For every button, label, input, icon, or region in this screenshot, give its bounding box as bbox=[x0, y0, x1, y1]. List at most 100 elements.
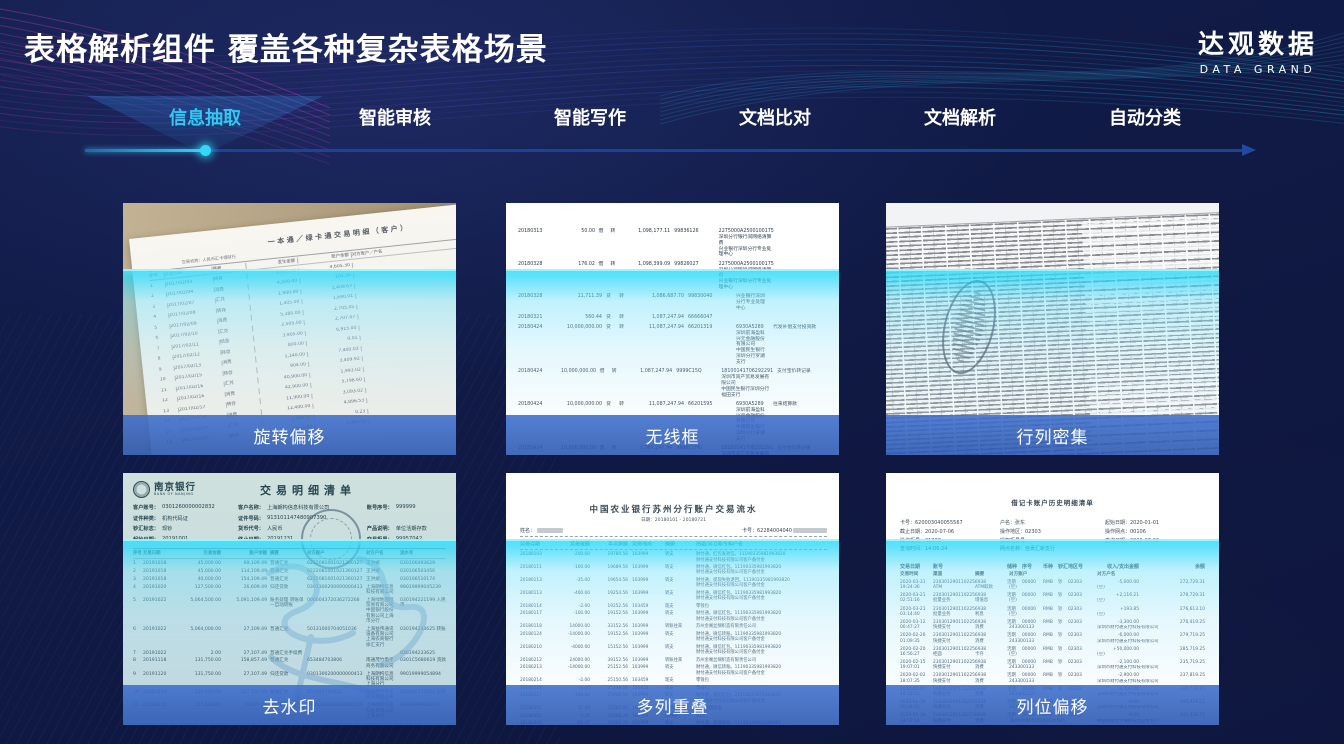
doc-cell: 19654.56 bbox=[590, 578, 628, 589]
doc-cell: 转支 bbox=[662, 552, 691, 563]
doc-cell: 99826027 bbox=[670, 262, 713, 291]
card-label: 列位偏移 bbox=[1017, 693, 1089, 718]
doc-cell: 快捷支付 bbox=[933, 639, 975, 644]
doc-cell: 19:24:36 bbox=[900, 585, 933, 590]
doc-row: 19:07:01快捷支付消费243300133深圳市财付通支付科技有限公司 bbox=[900, 665, 1205, 670]
doc-header-fields: 卡号：620003040055567截止日期：2020-07-06操作柜员：01… bbox=[900, 519, 1205, 554]
doc-cell: 用途/对方账号和户名 bbox=[691, 540, 827, 547]
doc-cell: 8 bbox=[133, 658, 143, 669]
doc-cell: 24000.00 bbox=[554, 658, 590, 663]
doc-cell: 南通茂竹电子商务有限公司 bbox=[363, 658, 398, 669]
doc-cell: 快捷支付 bbox=[933, 625, 975, 630]
doc-cell: 99957042 bbox=[396, 536, 422, 543]
doc-cell: 机构代码证 bbox=[162, 515, 188, 522]
name-label: 姓名： bbox=[520, 527, 535, 534]
doc-row: 操作地区：02303 bbox=[1000, 528, 1105, 537]
doc-cell: 20180214 bbox=[520, 678, 554, 683]
doc-field-column: 卡号：620003040055567截止日期：2020-07-06操作柜员：01… bbox=[900, 519, 1000, 554]
doc-cell: (空) bbox=[1009, 598, 1097, 603]
doc-cell: 243300133 bbox=[1009, 625, 1097, 630]
doc-cell: (空) bbox=[1009, 612, 1097, 617]
bank-header: 南京银行 BANK OF NANJING 交易明细清单 bbox=[133, 481, 446, 498]
doc-cell: 转账往来 bbox=[662, 624, 691, 629]
doc-cell: 030106503456 bbox=[398, 569, 446, 574]
doc-row: 产品说明：单位活期存款 bbox=[367, 525, 446, 532]
doc-cell: 131,750.00 bbox=[177, 658, 221, 669]
doc-cell: -200.00 bbox=[554, 552, 590, 563]
doc-row: 12019101845,000.0069,109.49普通汇兑622208100… bbox=[133, 561, 446, 566]
tab-doc-compare[interactable]: 文档比对 bbox=[739, 104, 811, 130]
doc-table-header: 交易日期账号储种序号币种钞汇地区号收入/支出金额余额 bbox=[900, 563, 1205, 570]
doc-row: 钞汇标志：现钞 bbox=[133, 525, 232, 532]
doc-cell: 币种 bbox=[1043, 563, 1058, 570]
doc-cell: 20180124 bbox=[520, 632, 554, 643]
doc-cell bbox=[769, 294, 831, 312]
page-title: 表格解析组件 覆盖各种复杂表格场景 bbox=[24, 24, 548, 69]
doc-cell: 账号 bbox=[933, 563, 1007, 570]
doc-row: 2018011814000.0033152.56103999转账往来苏州金阁丝绸… bbox=[520, 624, 827, 629]
card-label-bar: 多列重叠 bbox=[506, 685, 839, 725]
doc-cell: 26,609.49 bbox=[221, 585, 267, 596]
tab-smart-writing[interactable]: 智能写作 bbox=[554, 104, 626, 130]
doc-row: 19:24:36ATMATM取款(空)(空) bbox=[900, 585, 1205, 590]
doc-cell: 20180103 bbox=[520, 552, 554, 563]
doc-cell: 现支 bbox=[662, 678, 691, 683]
doc-cell: 33152.56 bbox=[590, 624, 628, 629]
doc-cell bbox=[774, 262, 831, 291]
doc-cell: 深圳市财付通支付科技有限公司 bbox=[1097, 679, 1205, 684]
doc-cell: 6222081001021360127 bbox=[304, 569, 363, 574]
doc-cell: -2.00 bbox=[554, 678, 590, 683]
doc-cell: 19254.56 bbox=[590, 591, 628, 602]
doc-cell: 财付通，微信红包。11190335981993820 财付通支付科技有限公司客户… bbox=[691, 611, 827, 622]
doc-title: 交易明细清单 bbox=[196, 482, 446, 498]
doc-cell: 030106510174 bbox=[398, 577, 446, 582]
doc-cell: 客户名称： bbox=[238, 504, 264, 511]
doc-cell: 103999 bbox=[628, 611, 662, 622]
doc-cell: 交易金额 bbox=[554, 540, 590, 547]
doc-cell: 20191022 bbox=[143, 627, 177, 648]
doc-cell: 财付通，红包发短信。11190335981993820 财付通支付科技有限公司客… bbox=[691, 552, 827, 563]
doc-cell: 转 bbox=[608, 369, 620, 398]
doc-cell: 批量业务 bbox=[933, 598, 975, 603]
doc-cell: (空) bbox=[1097, 652, 1205, 657]
doc-cell: 钞汇标志： bbox=[133, 525, 159, 532]
doc-cell: 转支 bbox=[662, 565, 691, 576]
doc-cell: 20180114 bbox=[520, 604, 554, 609]
doc-cell: 财付通，微信红包。11190335981993820 财付通支付科技有限公司客户… bbox=[691, 591, 827, 602]
brand-logo: 达观数据 DATA GRAND bbox=[1198, 24, 1318, 76]
doc-cell: 20191018 bbox=[143, 561, 177, 566]
doc-cell: 560.44 bbox=[550, 315, 602, 321]
tab-doc-parsing[interactable]: 文档解析 bbox=[924, 104, 996, 130]
doc-cell: -100.00 bbox=[554, 565, 590, 576]
doc-cell: 交易日期 bbox=[143, 550, 177, 556]
doc-row: 820191118131,750.00158,857.49普通汇兑6534847… bbox=[133, 658, 446, 669]
doc-cell: 0301260000002832 bbox=[162, 504, 215, 511]
doc-cell: 2.00 bbox=[177, 651, 221, 656]
tab-smart-review[interactable]: 智能审核 bbox=[359, 104, 431, 130]
doc-cell: 账务处理 转账单—自动转账 bbox=[267, 598, 304, 624]
doc-row: 20180114-2.0019252.56103459现支零钱包 bbox=[520, 604, 827, 609]
doc-cell: 1,086,687.70 bbox=[628, 294, 684, 312]
doc-cell: 7 bbox=[133, 651, 143, 656]
doc-cell: 交易柜员： bbox=[367, 536, 393, 543]
doc-cell: 转支 bbox=[662, 665, 691, 676]
doc-row: 客户名称：上海朗构信息科技有限公司 bbox=[238, 504, 361, 511]
tab-auto-classify[interactable]: 自动分类 bbox=[1109, 104, 1181, 130]
doc-cell: 对方户名 bbox=[1097, 571, 1205, 577]
doc-row bbox=[367, 515, 446, 522]
bank-name-cn: 南京银行 bbox=[154, 483, 196, 493]
doc-row: 02:51:16批量业务增值息(空)(空) bbox=[900, 598, 1205, 603]
tab-info-extraction[interactable]: 信息抽取 bbox=[169, 104, 241, 130]
doc-cell: 上海朗构信息科技有限公司 bbox=[363, 585, 398, 596]
brand-logo-en: DATA GRAND bbox=[1198, 63, 1318, 76]
doc-cell: 653484703806 bbox=[304, 658, 363, 669]
doc-row: 授权柜员号： bbox=[1000, 537, 1105, 546]
doc-row: 2020-02-202303012901102256938活期00000RMB钞… bbox=[900, 647, 1205, 658]
doc-cell: 上海益伟通讯设备有限公司 上海农商银行徐汇支行 bbox=[363, 627, 398, 648]
doc-cell: -14000.00 bbox=[554, 665, 590, 676]
doc-cell: 999999 bbox=[396, 504, 416, 511]
doc-cell: 20180113 bbox=[520, 578, 554, 589]
doc-cell: 02:51:16 bbox=[900, 598, 933, 603]
doc-row: 2018021224000.0039152.56103999转账往来苏州金阁丝绸… bbox=[520, 658, 827, 663]
doc-cell: 243300133 bbox=[1009, 679, 1097, 684]
